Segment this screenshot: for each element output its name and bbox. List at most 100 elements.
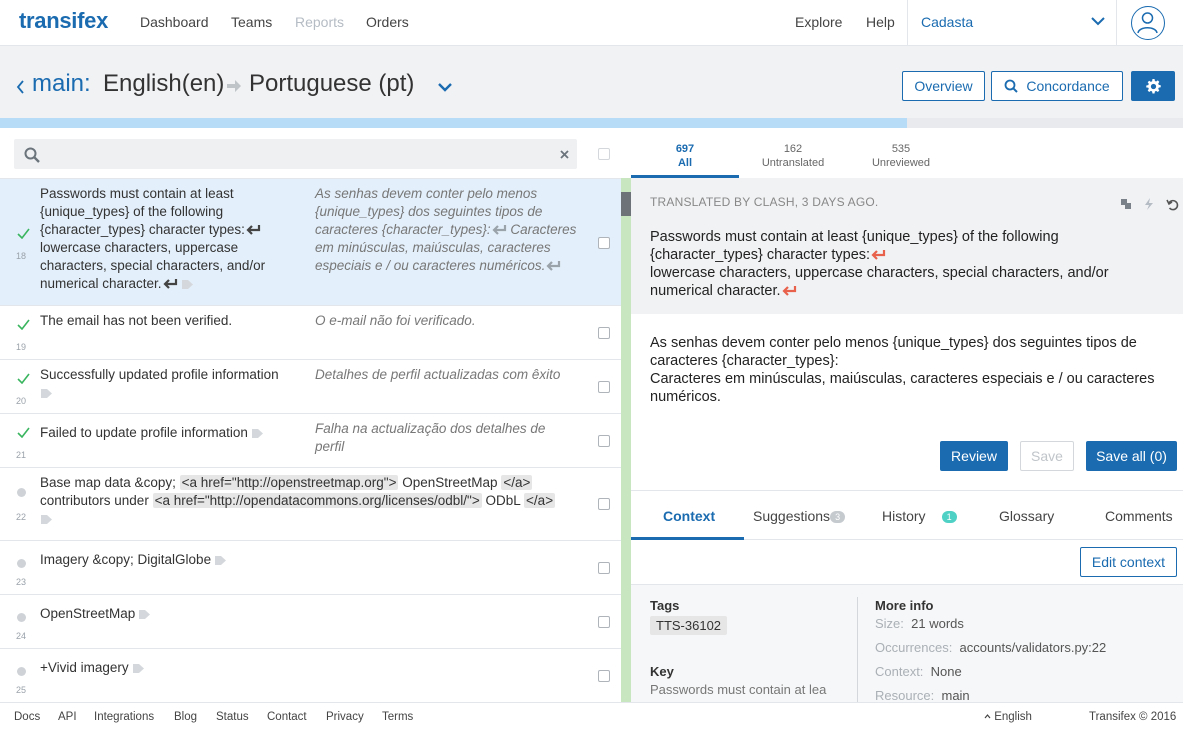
translation-text: As senhas devem conter pelo menos {uniqu… — [315, 185, 577, 275]
tab-glossary[interactable]: Glossary — [999, 508, 1054, 524]
translated-check-icon — [17, 373, 30, 384]
string-search[interactable] — [14, 139, 577, 169]
settings-button[interactable] — [1131, 71, 1175, 101]
resource-link[interactable]: main: — [32, 70, 91, 98]
footer-link-api[interactable]: API — [58, 711, 77, 723]
user-menu[interactable] — [1116, 0, 1183, 46]
string-number: 18 — [16, 251, 27, 261]
string-number: 19 — [16, 342, 27, 352]
overview-button[interactable]: Overview — [902, 71, 985, 101]
clear-search-icon[interactable] — [560, 150, 569, 159]
code-placeholder: </a> — [524, 493, 556, 508]
transifex-logo[interactable]: transifex — [19, 8, 108, 34]
translation-text: O e-mail não foi verificado. — [315, 313, 476, 328]
tab-untranslated[interactable]: 162 Untranslated — [739, 142, 847, 170]
string-number: 22 — [16, 512, 27, 522]
nav-help[interactable]: Help — [866, 14, 895, 30]
info-label: Size: — [875, 616, 904, 631]
footer-link-docs[interactable]: Docs — [14, 711, 40, 723]
row-checkbox[interactable] — [598, 237, 610, 249]
tab-comments[interactable]: Comments — [1105, 508, 1173, 524]
copy-source-icon[interactable] — [1120, 198, 1132, 210]
language-dropdown-icon[interactable] — [437, 82, 453, 92]
source-text-part: Base map data &copy; — [40, 475, 176, 490]
concordance-button[interactable]: Concordance — [991, 71, 1123, 101]
info-occurrences: Occurrences: accounts/validators.py:22 — [875, 640, 1106, 655]
back-chevron-icon[interactable] — [16, 80, 25, 94]
string-row[interactable]: 23 Imagery &copy; DigitalGlobe — [0, 541, 621, 595]
tab-history[interactable]: History 1 — [882, 508, 957, 524]
footer-link-contact[interactable]: Contact — [267, 711, 307, 723]
footer-link-integrations[interactable]: Integrations — [94, 711, 154, 723]
newline-icon — [246, 225, 260, 236]
string-row[interactable]: 18 Passwords must contain at least {uniq… — [0, 179, 621, 306]
code-placeholder: <a href="http://opendatacommons.org/lice… — [152, 493, 482, 508]
tag-icon — [181, 279, 193, 289]
source-text-part: lowercase characters, uppercase characte… — [40, 240, 266, 291]
tab-unreviewed[interactable]: 535 Unreviewed — [847, 142, 955, 170]
source-text: Base map data &copy; <a href="http://ope… — [40, 474, 580, 528]
string-number: 23 — [16, 577, 27, 587]
footer: Docs API Integrations Blog Status Contac… — [0, 702, 1183, 731]
string-row[interactable]: 20 Successfully updated profile informat… — [0, 360, 621, 414]
string-row[interactable]: 21 Failed to update profile information … — [0, 414, 621, 468]
edit-context-button[interactable]: Edit context — [1080, 547, 1177, 577]
row-checkbox[interactable] — [598, 435, 610, 447]
string-number: 25 — [16, 685, 27, 695]
source-text-part: OpenStreetMap — [40, 606, 136, 621]
nav-orders[interactable]: Orders — [366, 14, 409, 30]
filter-tabs: 697 All 162 Untranslated 535 Unreviewed — [631, 128, 1183, 178]
select-all-checkbox[interactable] — [598, 148, 610, 160]
row-checkbox[interactable] — [598, 616, 610, 628]
nav-explore[interactable]: Explore — [795, 14, 842, 30]
source-text: The email has not been verified. — [40, 313, 233, 328]
translation-meta: TRANSLATED BY CLASH, 3 DAYS AGO. — [650, 195, 879, 209]
search-icon — [1004, 79, 1019, 93]
string-row[interactable]: 22 Base map data &copy; <a href="http://… — [0, 468, 621, 541]
source-text-part: +Vivid imagery — [40, 660, 129, 675]
translation-textarea[interactable]: As senhas devem conter pelo menos {uniqu… — [650, 334, 1170, 406]
footer-link-status[interactable]: Status — [216, 711, 249, 723]
source-text-part: OpenStreetMap — [402, 475, 498, 490]
info-value: accounts/validators.py:22 — [959, 640, 1107, 655]
info-size: Size: 21 words — [875, 616, 964, 631]
info-value: 21 words — [911, 616, 964, 631]
footer-link-terms[interactable]: Terms — [382, 711, 413, 723]
tag-icon — [215, 555, 227, 565]
info-value: main — [941, 688, 970, 702]
row-checkbox[interactable] — [598, 670, 610, 682]
row-checkbox[interactable] — [598, 381, 610, 393]
tab-all[interactable]: 697 All — [631, 142, 739, 170]
info-label: Occurrences: — [875, 640, 953, 655]
lightning-icon[interactable] — [1144, 198, 1154, 210]
avatar[interactable] — [1131, 6, 1165, 40]
nav-teams[interactable]: Teams — [231, 14, 272, 30]
string-list: 18 Passwords must contain at least {uniq… — [0, 178, 631, 702]
footer-link-blog[interactable]: Blog — [174, 711, 197, 723]
search-input[interactable] — [52, 144, 552, 164]
row-checkbox[interactable] — [598, 562, 610, 574]
suggestions-count-badge: 3 — [830, 511, 846, 524]
tag-chip[interactable]: TTS-36102 — [650, 616, 728, 635]
divider — [857, 597, 858, 702]
string-row[interactable]: 19 The email has not been verified. O e-… — [0, 306, 621, 360]
source-language: English(en) — [103, 70, 225, 97]
translation-editor[interactable]: As senhas devem conter pelo menos {uniqu… — [631, 314, 1183, 490]
row-checkbox[interactable] — [598, 327, 610, 339]
project-selector[interactable]: Cadasta — [907, 0, 1116, 46]
nav-dashboard[interactable]: Dashboard — [140, 14, 209, 30]
language-selector[interactable]: English — [984, 711, 1032, 723]
editor-header: main: English(en) Portuguese (pt) Overvi… — [0, 46, 1183, 118]
string-row[interactable]: 24 OpenStreetMap — [0, 595, 621, 649]
tab-suggestions[interactable]: Suggestions 3 — [753, 508, 846, 524]
review-button[interactable]: Review — [940, 441, 1008, 471]
string-row[interactable]: 25 +Vivid imagery — [0, 649, 621, 702]
footer-link-privacy[interactable]: Privacy — [326, 711, 364, 723]
row-checkbox[interactable] — [598, 498, 610, 510]
top-navbar: transifex Dashboard Teams Reports Orders… — [0, 0, 1183, 46]
list-scrollbar[interactable] — [621, 178, 631, 702]
save-all-button[interactable]: Save all (0) — [1086, 441, 1177, 471]
tab-context[interactable]: Context — [663, 508, 715, 524]
scrollbar-thumb[interactable] — [621, 192, 631, 216]
undo-icon[interactable] — [1166, 198, 1179, 211]
